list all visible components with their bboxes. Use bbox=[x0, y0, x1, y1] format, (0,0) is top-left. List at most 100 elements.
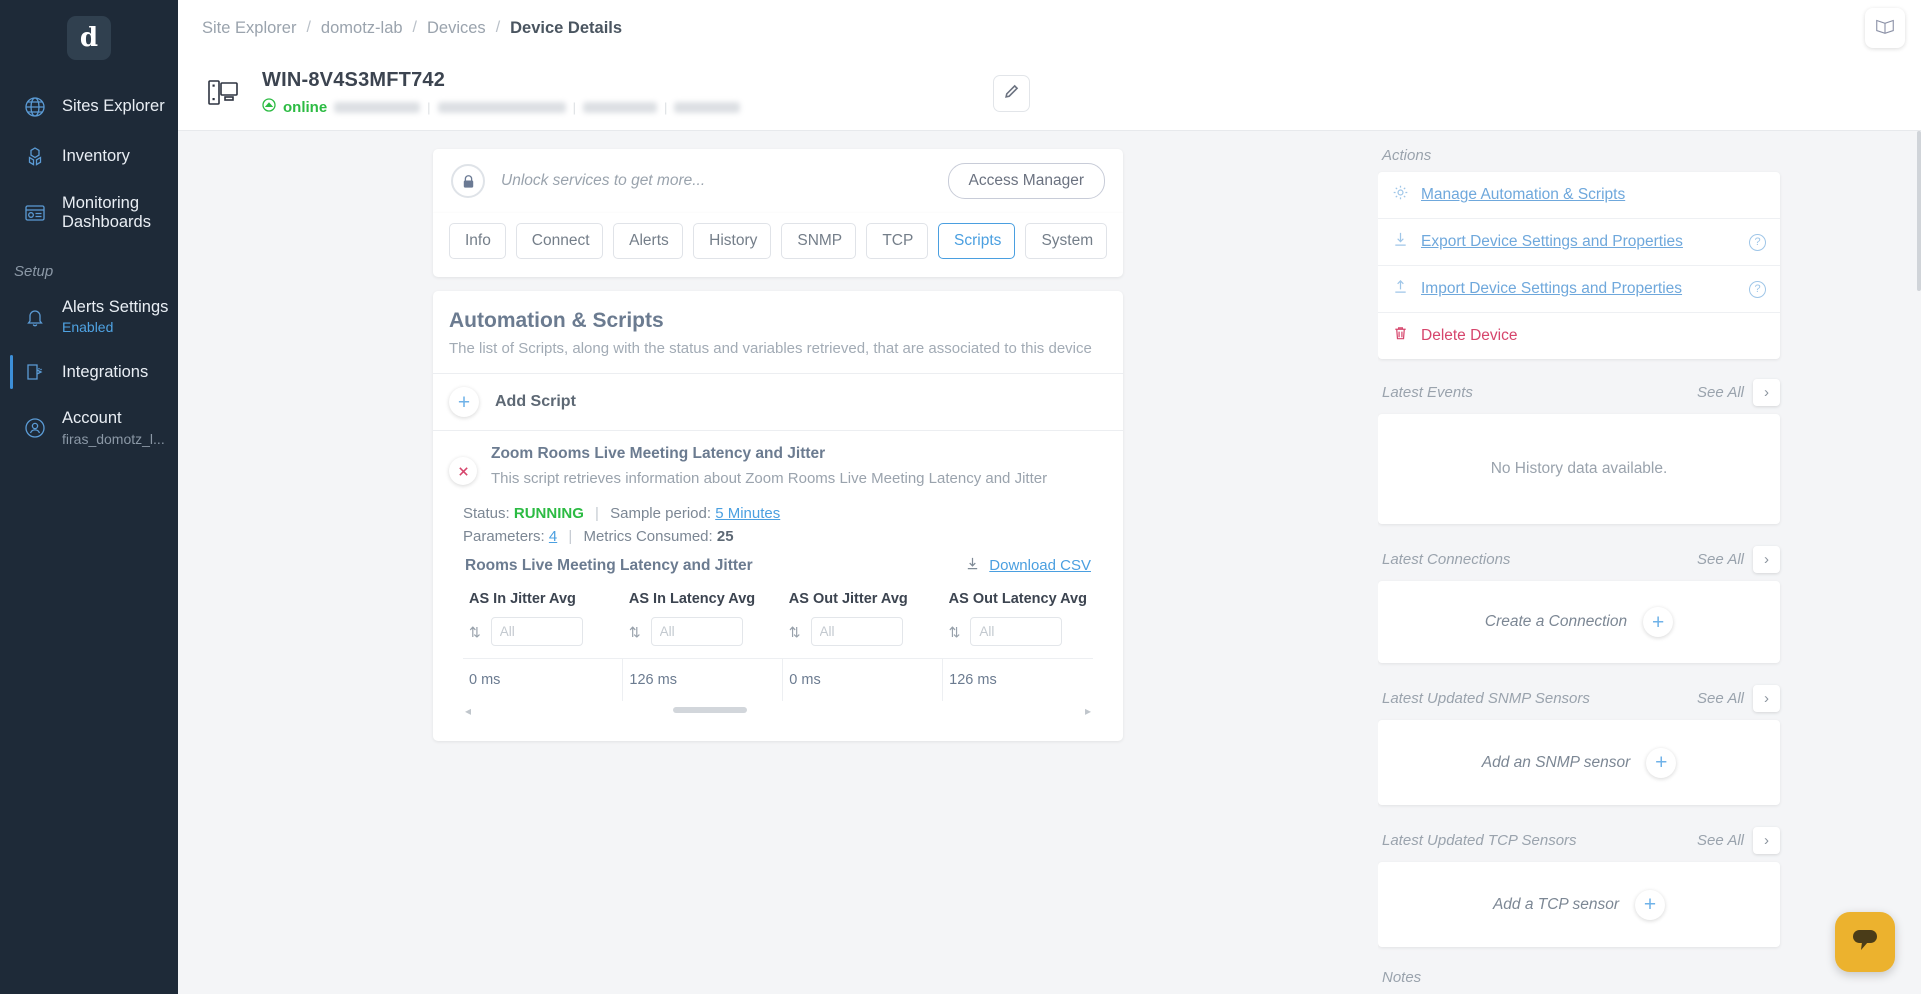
tab-tcp[interactable]: TCP bbox=[866, 223, 928, 259]
script-entry-header: Zoom Rooms Live Meeting Latency and Jitt… bbox=[449, 445, 1107, 487]
sidebar-section-setup: Setup bbox=[0, 245, 178, 286]
plus-icon[interactable]: + bbox=[1635, 890, 1665, 920]
edit-device-button[interactable] bbox=[993, 75, 1030, 112]
scrollbar-thumb[interactable] bbox=[673, 707, 747, 713]
domotz-logo[interactable]: d bbox=[67, 16, 111, 60]
chat-bubble-icon bbox=[1849, 925, 1881, 960]
sample-period-label: Sample period: bbox=[610, 505, 711, 522]
center-column: Unlock services to get more... Access Ma… bbox=[178, 131, 1378, 994]
device-tabs: Info Connect Alerts History SNMP TCP Scr… bbox=[433, 213, 1123, 277]
filter-input-as-out-latency-avg[interactable] bbox=[970, 617, 1062, 646]
see-all-latest-events[interactable]: See All › bbox=[1697, 379, 1780, 406]
cell-as-in-jitter-avg: 0 ms bbox=[463, 659, 623, 702]
see-all-latest-connections[interactable]: See All › bbox=[1697, 546, 1780, 573]
filter-input-as-in-jitter-avg[interactable] bbox=[491, 617, 583, 646]
access-manager-button[interactable]: Access Manager bbox=[948, 163, 1105, 199]
create-connection-label: Create a Connection bbox=[1485, 613, 1627, 631]
tab-info[interactable]: Info bbox=[449, 223, 506, 259]
add-snmp-sensor-button[interactable]: Add an SNMP sensor + bbox=[1482, 748, 1676, 778]
remove-script-button[interactable] bbox=[449, 457, 477, 485]
panel-title: Latest Updated TCP Sensors bbox=[1382, 832, 1577, 849]
integrations-icon bbox=[22, 359, 48, 385]
metrics-consumed-label: Metrics Consumed: bbox=[583, 528, 712, 545]
column-header-as-out-latency-avg: AS Out Latency Avg bbox=[943, 589, 1093, 617]
latest-connections-box: Create a Connection + bbox=[1378, 581, 1780, 663]
tab-scripts[interactable]: Scripts bbox=[938, 223, 1015, 259]
breadcrumb-item-site-explorer[interactable]: Site Explorer bbox=[202, 19, 296, 38]
action-delete-device[interactable]: Delete Device bbox=[1378, 313, 1780, 359]
sidebar-item-inventory[interactable]: Inventory bbox=[0, 132, 178, 182]
chevron-right-icon[interactable]: › bbox=[1753, 827, 1780, 854]
panel-title: Latest Connections bbox=[1382, 551, 1510, 568]
breadcrumb-item-domotz-lab[interactable]: domotz-lab bbox=[321, 19, 403, 38]
plus-icon[interactable]: + bbox=[1646, 748, 1676, 778]
documentation-button[interactable] bbox=[1865, 8, 1905, 48]
sidebar-item-text: Alerts Settings Enabled bbox=[62, 298, 168, 335]
unlock-services-text: Unlock services to get more... bbox=[501, 172, 948, 190]
sidebar-item-sites-explorer[interactable]: Sites Explorer bbox=[0, 82, 178, 132]
page-scrollbar[interactable] bbox=[1917, 131, 1921, 291]
sidebar-item-sublabel: Enabled bbox=[62, 319, 168, 335]
tab-alerts[interactable]: Alerts bbox=[613, 223, 683, 259]
cell-as-out-latency-avg: 126 ms bbox=[943, 659, 1093, 702]
script-entry-text: Zoom Rooms Live Meeting Latency and Jitt… bbox=[491, 445, 1047, 487]
script-name: Zoom Rooms Live Meeting Latency and Jitt… bbox=[491, 445, 1047, 463]
redacted-type bbox=[674, 102, 740, 113]
sort-updown-icon[interactable]: ⇅ bbox=[949, 625, 961, 639]
chat-widget-button[interactable] bbox=[1835, 912, 1895, 972]
panel-header-latest-connections: Latest Connections See All › bbox=[1382, 546, 1780, 573]
actions-section-label: Actions bbox=[1382, 147, 1780, 164]
tab-snmp[interactable]: SNMP bbox=[781, 223, 856, 259]
scripts-header: Automation & Scripts The list of Scripts… bbox=[433, 291, 1123, 374]
see-all-snmp-sensors[interactable]: See All › bbox=[1697, 685, 1780, 712]
latest-events-box: No History data available. bbox=[1378, 414, 1780, 524]
tcp-sensors-box: Add a TCP sensor + bbox=[1378, 862, 1780, 947]
sidebar-item-account[interactable]: Account firas_domotz_l... bbox=[0, 397, 178, 458]
action-export-device-settings[interactable]: Export Device Settings and Properties ? bbox=[1378, 219, 1780, 266]
add-script-button[interactable]: + Add Script bbox=[433, 374, 1123, 431]
redacted-mac bbox=[438, 102, 566, 113]
main-area: Site Explorer / domotz-lab / Devices / D… bbox=[178, 0, 1921, 994]
cell-as-out-jitter-avg: 0 ms bbox=[783, 659, 943, 702]
chevron-right-icon[interactable]: › bbox=[1753, 379, 1780, 406]
help-icon[interactable]: ? bbox=[1749, 281, 1766, 298]
scroll-right-icon[interactable]: ▸ bbox=[1085, 704, 1091, 717]
breadcrumb-item-devices[interactable]: Devices bbox=[427, 19, 486, 38]
plus-icon[interactable]: + bbox=[1643, 607, 1673, 637]
sidebar-item-integrations[interactable]: Integrations bbox=[0, 347, 178, 397]
script-description: This script retrieves information about … bbox=[491, 470, 1047, 487]
download-csv-button[interactable]: Download CSV bbox=[965, 556, 1091, 575]
help-icon[interactable]: ? bbox=[1749, 234, 1766, 251]
sort-updown-icon[interactable]: ⇅ bbox=[789, 625, 801, 639]
metrics-table-head: AS In Jitter Avg AS In Latency Avg AS Ou… bbox=[463, 589, 1093, 659]
sidebar-item-label: Account bbox=[62, 409, 165, 428]
add-snmp-sensor-label: Add an SNMP sensor bbox=[1482, 754, 1630, 772]
create-connection-button[interactable]: Create a Connection + bbox=[1485, 607, 1673, 637]
tab-system[interactable]: System bbox=[1025, 223, 1107, 259]
sidebar-item-text: Sites Explorer bbox=[62, 97, 165, 116]
tab-connect[interactable]: Connect bbox=[516, 223, 603, 259]
scroll-left-icon[interactable]: ◂ bbox=[465, 704, 471, 717]
sort-updown-icon[interactable]: ⇅ bbox=[629, 625, 641, 639]
sort-updown-icon[interactable]: ⇅ bbox=[469, 625, 481, 639]
sidebar-item-text: Integrations bbox=[62, 363, 148, 382]
device-header: WIN-8V4S3MFT742 online | | | bbox=[178, 56, 1921, 131]
chevron-right-icon[interactable]: › bbox=[1753, 685, 1780, 712]
filter-input-as-in-latency-avg[interactable] bbox=[651, 617, 743, 646]
chevron-right-icon[interactable]: › bbox=[1753, 546, 1780, 573]
sidebar-item-monitoring-dashboards[interactable]: Monitoring Dashboards bbox=[0, 182, 178, 245]
sample-period-link[interactable]: 5 Minutes bbox=[715, 505, 780, 522]
add-tcp-sensor-button[interactable]: Add a TCP sensor + bbox=[1493, 890, 1665, 920]
see-all-label: See All bbox=[1697, 832, 1744, 849]
see-all-tcp-sensors[interactable]: See All › bbox=[1697, 827, 1780, 854]
action-manage-automation-scripts[interactable]: Manage Automation & Scripts bbox=[1378, 172, 1780, 219]
sidebar-item-label: Integrations bbox=[62, 363, 148, 382]
table-horizontal-scrollbar[interactable]: ◂ ▸ bbox=[463, 703, 1093, 717]
sidebar-item-alerts-settings[interactable]: Alerts Settings Enabled bbox=[0, 286, 178, 347]
filter-input-as-out-jitter-avg[interactable] bbox=[811, 617, 903, 646]
action-import-device-settings[interactable]: Import Device Settings and Properties ? bbox=[1378, 266, 1780, 313]
tab-history[interactable]: History bbox=[693, 223, 771, 259]
plus-icon: + bbox=[449, 387, 479, 417]
parameters-link[interactable]: 4 bbox=[549, 528, 557, 545]
see-all-label: See All bbox=[1697, 551, 1744, 568]
